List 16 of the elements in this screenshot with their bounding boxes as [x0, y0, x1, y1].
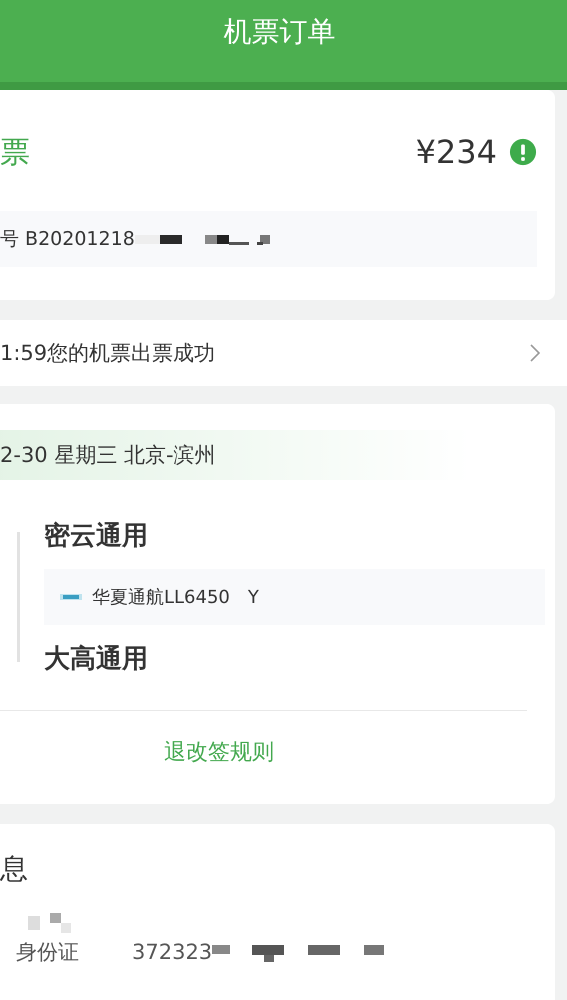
field-value: 372323 [132, 940, 212, 964]
cabin-class: Y [248, 586, 259, 608]
passenger-section-title: 息 [0, 851, 28, 887]
flight-number: 华夏通航LL6450 [92, 586, 230, 609]
departure-airport: 密云通用 [44, 520, 148, 553]
price: ¥234 [416, 133, 497, 171]
ticket-status-row[interactable]: 1:59您的机票出票成功 [0, 320, 567, 386]
order-title: 票 [0, 134, 31, 172]
chevron-right-icon [529, 343, 541, 363]
order-number: 号 B20201218 [0, 227, 135, 252]
arrival-airport: 大高通用 [44, 643, 148, 676]
field-label: 身份证 [16, 939, 80, 966]
date-route: 2-30 星期三 北京-滨州 [0, 442, 216, 469]
page-title: 机票订单 [224, 14, 336, 50]
alert-icon[interactable] [509, 138, 537, 166]
airline-logo-icon [60, 593, 82, 601]
